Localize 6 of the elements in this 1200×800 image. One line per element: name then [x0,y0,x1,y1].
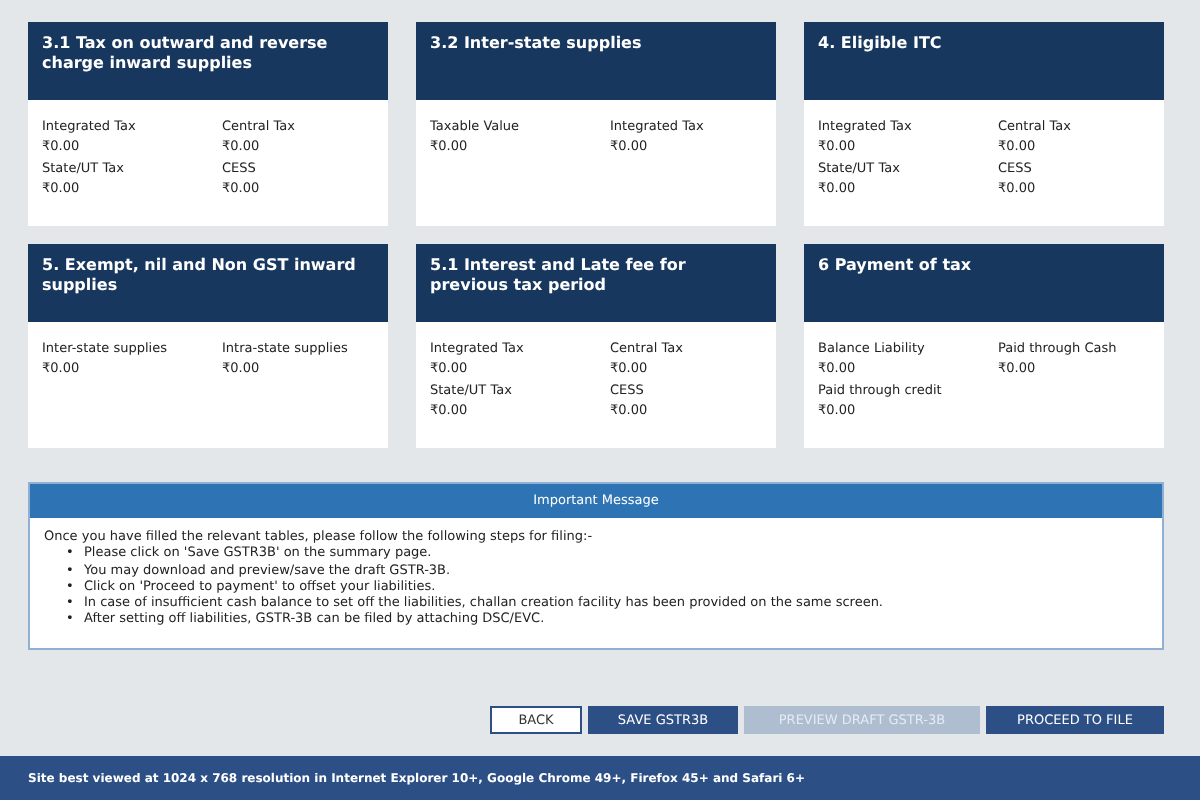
card-title: 3.2 Inter-state supplies [416,22,776,100]
card-title: 5.1 Interest and Late fee for previous tax period [416,244,776,322]
card-title: 3.1 Tax on outward and reverse charge inward supplies [28,22,388,100]
card-title: 6 Payment of tax [804,244,1164,322]
card-title: 4. Eligible ITC [804,22,1164,100]
card-title: 5. Exempt, nil and Non GST inward supplies [28,244,388,322]
